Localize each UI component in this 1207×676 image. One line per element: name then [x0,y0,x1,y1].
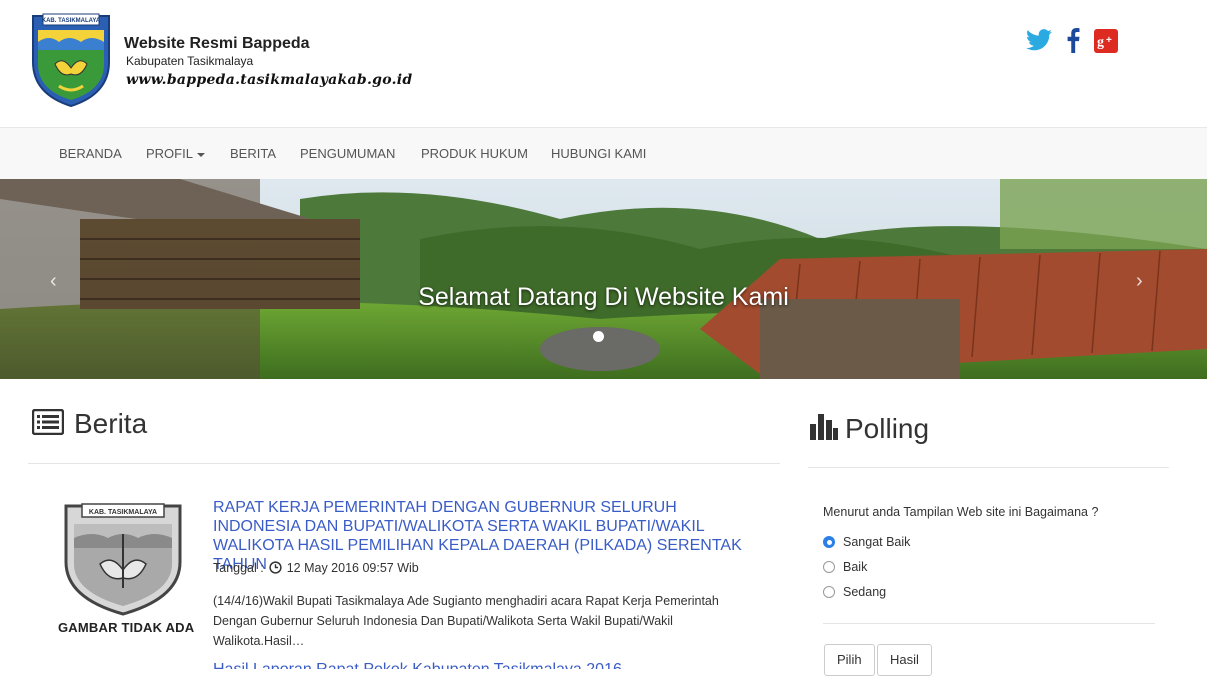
poll-result-button[interactable]: Hasil [877,644,932,676]
polling-heading: Polling [845,413,930,444]
nav-produk-hukum[interactable]: PRODUK HUKUM [421,128,528,179]
logo-text: KAB. TASIKMALAYA [42,18,101,24]
site-title: Website Resmi Bappeda [124,35,310,52]
carousel-image [0,179,1207,379]
poll-option-baik[interactable]: Baik [823,560,867,574]
svg-text:g: g [1097,35,1104,49]
poll-option-sedang[interactable]: Sedang [823,585,886,599]
berita-heading: Berita [74,408,148,439]
poll-vote-button[interactable]: Pilih [824,644,875,676]
nav-beranda[interactable]: BERANDA [59,128,122,179]
twitter-icon[interactable] [1026,26,1052,54]
hero-carousel: ‹ › [0,179,1207,379]
thumbnail-logo-text: KAB. TASIKMALAYA [89,509,157,516]
site-url: www.bappeda.tasikmalayakab.go.id [126,72,413,88]
site-subtitle: Kabupaten Tasikmalaya [126,54,254,68]
nav-profil[interactable]: PROFIL [146,128,205,179]
news-date-value: 12 May 2016 09:57 Wib [286,561,419,575]
svg-text:+: + [1106,35,1112,46]
poll-option-label: Sedang [843,585,887,599]
polling-panel-heading: Polling [808,379,1169,468]
radio-unchecked-icon[interactable] [823,561,835,573]
news-date: Tanggal : 12 May 2016 09:57 Wib [213,561,419,577]
berita-panel-heading: Berita [28,379,780,464]
nav-berita[interactable]: BERITA [230,128,276,179]
list-alt-icon [31,408,65,440]
facebook-icon[interactable] [1063,26,1083,54]
poll-divider [823,623,1155,624]
main-navbar: BERANDA PROFIL BERITA PENGUMUMAN PRODUK … [0,127,1207,180]
news-date-label: Tanggal : [213,561,264,575]
caret-down-icon [196,152,205,157]
news-excerpt: (14/4/16)Wakil Bupati Tasikmalaya Ade Su… [213,594,719,648]
nav-profil-label: PROFIL [146,146,193,161]
bar-chart-icon [810,412,838,445]
thumbnail-caption: GAMBAR TIDAK ADA [58,620,195,635]
nav-hubungi-kami[interactable]: HUBUNGI KAMI [551,128,646,179]
radio-unchecked-icon[interactable] [823,586,835,598]
carousel-indicator-active[interactable] [593,331,604,342]
poll-option-label: Baik [843,560,868,574]
clock-icon [269,561,282,577]
next-news-title-link[interactable]: Hasil Laporan Rapat Pokok Kabupaten Tasi… [213,660,753,669]
nav-pengumuman[interactable]: PENGUMUMAN [300,128,395,179]
radio-checked-icon[interactable] [823,536,835,548]
carousel-caption: Selamat Datang Di Website Kami [418,283,789,311]
news-thumbnail[interactable]: KAB. TASIKMALAYA [56,500,190,640]
poll-option-sangat-baik[interactable]: Sangat Baik [823,535,910,549]
google-plus-icon[interactable]: g + [1094,29,1118,53]
poll-question: Menurut anda Tampilan Web site ini Bagai… [823,505,1099,519]
poll-option-label: Sangat Baik [843,535,911,549]
bappeda-logo[interactable]: KAB. TASIKMALAYA [29,12,113,108]
site-header: KAB. TASIKMALAYA Website Resmi Bappeda K… [0,0,1207,127]
